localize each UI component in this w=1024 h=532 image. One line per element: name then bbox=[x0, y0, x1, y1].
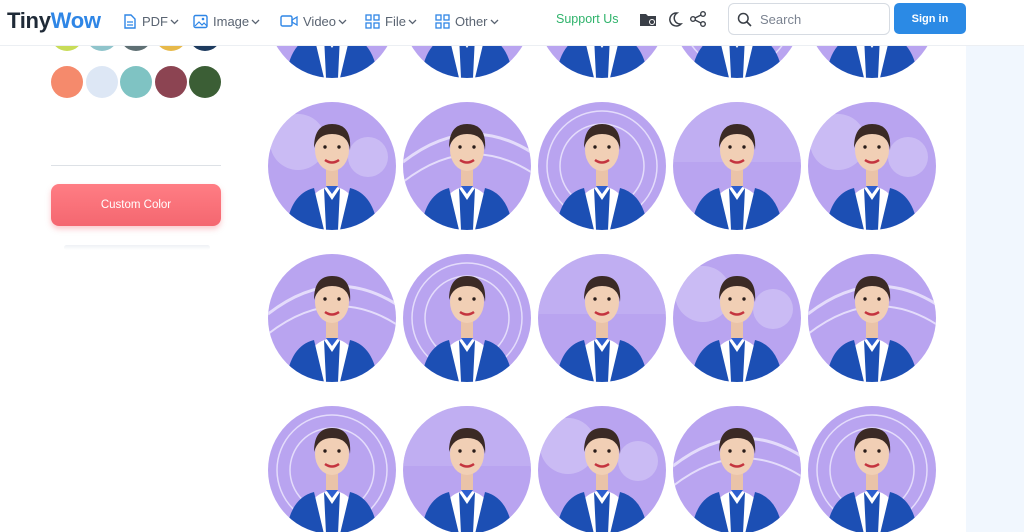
color-swatch[interactable] bbox=[154, 66, 187, 98]
chevron-down-icon bbox=[251, 19, 260, 24]
folder-lock-icon[interactable] bbox=[638, 9, 658, 29]
avatar-result[interactable] bbox=[808, 254, 936, 382]
grid-icon bbox=[435, 13, 450, 29]
image-icon bbox=[193, 14, 208, 28]
avatar-result[interactable] bbox=[808, 406, 936, 532]
nav-other[interactable]: Other bbox=[435, 11, 499, 31]
nav-video[interactable]: Video bbox=[280, 11, 347, 31]
search-input[interactable] bbox=[760, 11, 880, 27]
document-icon bbox=[124, 13, 136, 29]
avatar-result[interactable] bbox=[808, 46, 936, 78]
avatar-result[interactable] bbox=[403, 102, 531, 230]
avatar-result[interactable] bbox=[268, 46, 396, 78]
color-swatch[interactable] bbox=[85, 66, 118, 98]
avatar-result[interactable] bbox=[538, 46, 666, 78]
color-sidebar: Custom Color bbox=[0, 19, 250, 532]
sidebar-scroll-shadow bbox=[64, 245, 210, 250]
nav-pdf[interactable]: PDF bbox=[123, 11, 179, 31]
avatar-result[interactable] bbox=[673, 406, 801, 532]
search-icon bbox=[737, 12, 752, 27]
right-panel bbox=[966, 46, 1024, 532]
nav-file[interactable]: File bbox=[365, 11, 417, 31]
avatar-result[interactable] bbox=[538, 254, 666, 382]
color-swatch[interactable] bbox=[120, 66, 152, 98]
avatar-result[interactable] bbox=[268, 102, 396, 230]
chevron-down-icon bbox=[490, 19, 498, 24]
chevron-down-icon bbox=[338, 19, 347, 24]
avatar-result[interactable] bbox=[268, 254, 396, 382]
avatar-gallery bbox=[250, 46, 966, 532]
avatar-result[interactable] bbox=[808, 102, 936, 230]
color-swatch[interactable] bbox=[51, 66, 83, 98]
avatar-result[interactable] bbox=[268, 406, 396, 532]
chevron-down-icon bbox=[408, 19, 417, 24]
avatar-result[interactable] bbox=[403, 254, 531, 382]
share-icon[interactable] bbox=[688, 9, 708, 29]
avatar-result[interactable] bbox=[403, 406, 531, 532]
tinywow-logo[interactable]: TinyWow bbox=[7, 8, 101, 34]
color-swatch[interactable] bbox=[189, 66, 221, 98]
sign-in-button[interactable]: Sign in bbox=[894, 3, 966, 34]
custom-color-button[interactable]: Custom Color bbox=[51, 184, 221, 226]
avatar-result[interactable] bbox=[538, 406, 666, 532]
avatar-result[interactable] bbox=[673, 254, 801, 382]
sidebar-divider bbox=[51, 165, 221, 166]
top-navbar: TinyWow PDF Image Video File Other Suppo… bbox=[0, 0, 1024, 46]
avatar-result[interactable] bbox=[673, 102, 801, 230]
avatar-result[interactable] bbox=[538, 102, 666, 230]
avatar-result[interactable] bbox=[403, 46, 531, 78]
avatar-result[interactable] bbox=[673, 46, 801, 78]
grid-icon bbox=[365, 13, 380, 29]
chevron-down-icon bbox=[170, 19, 179, 24]
video-icon bbox=[280, 15, 298, 27]
support-us-link[interactable]: Support Us bbox=[556, 12, 619, 26]
nav-image[interactable]: Image bbox=[193, 11, 260, 31]
dark-mode-moon-icon[interactable] bbox=[664, 9, 684, 29]
search-box[interactable] bbox=[728, 3, 890, 35]
